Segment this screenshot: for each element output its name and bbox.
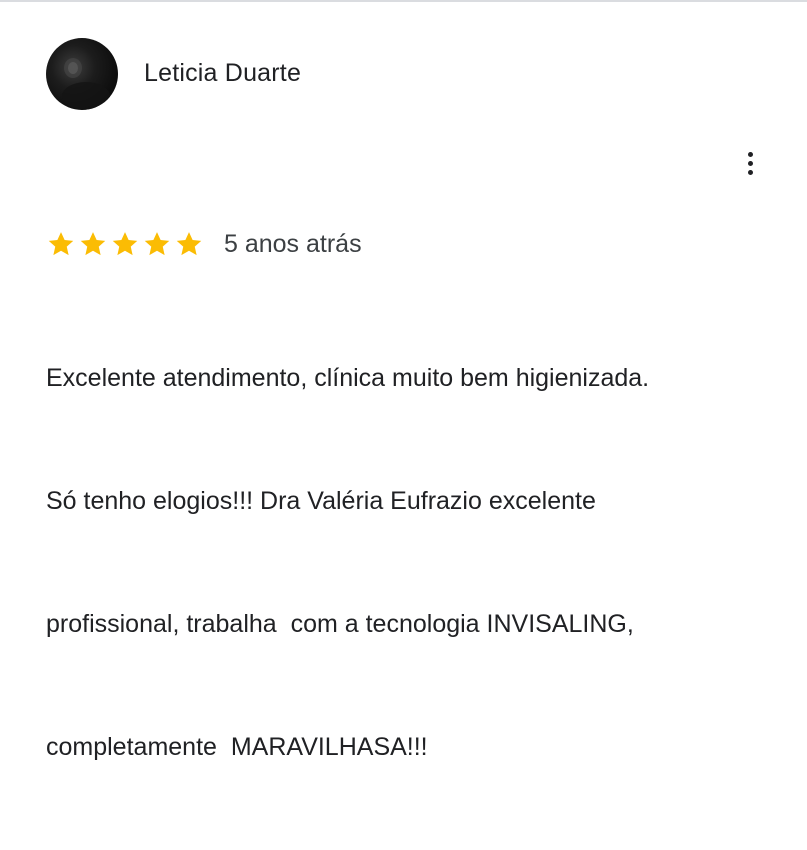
review-text-line: Excelente atendimento, clínica muito bem… <box>46 364 650 392</box>
review-date: 5 anos atrás <box>224 230 362 258</box>
star-rating <box>46 229 204 259</box>
avatar[interactable] <box>46 38 118 110</box>
more-vert-icon-dot <box>747 160 753 166</box>
star-icon <box>78 229 108 259</box>
review-text-line: completamente MARAVILHASA!!! <box>46 733 428 761</box>
author-name[interactable]: Leticia Duarte <box>144 58 301 88</box>
rating-row: 5 anos atrás <box>46 228 362 260</box>
star-icon <box>46 229 76 259</box>
avatar-photo <box>62 58 110 110</box>
more-vert-icon-dot <box>747 169 753 175</box>
review-text-line: Só tenho elogios!!! Dra Valéria Eufrazio… <box>46 487 596 515</box>
review-text: Excelente atendimento, clínica muito bem… <box>46 276 776 850</box>
review-text-line: profissional, trabalha com a tecnologia … <box>46 610 634 638</box>
star-icon <box>174 229 204 259</box>
more-vert-icon <box>747 151 753 157</box>
review-card: Leticia Duarte 5 anos atrás Excelente at… <box>0 0 807 761</box>
star-icon <box>110 229 140 259</box>
more-options-button[interactable] <box>735 146 765 180</box>
star-icon <box>142 229 172 259</box>
